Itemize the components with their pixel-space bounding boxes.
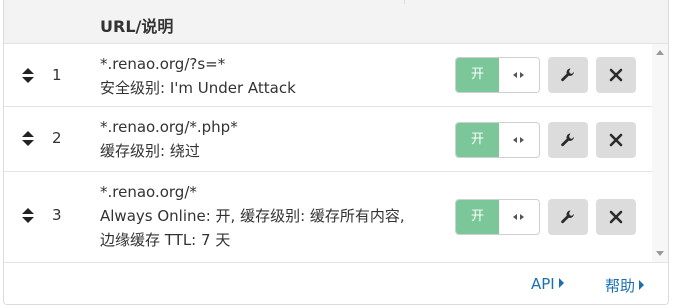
edit-rule-button[interactable] (548, 199, 588, 235)
code-icon (499, 200, 539, 234)
rule-url: *.renao.org/*.php* (100, 118, 238, 136)
api-link-label: API (531, 275, 555, 293)
rule-url: *.renao.org/* (100, 183, 197, 201)
rule-list: 1 *.renao.org/?s=* 安全级别: I'm Under Attac… (4, 44, 652, 262)
toggle-on-label: 开 (456, 123, 499, 157)
wrench-icon (561, 68, 574, 82)
delete-rule-button[interactable] (596, 199, 636, 235)
delete-rule-button[interactable] (596, 57, 636, 93)
rule-setting: 缓存级别: 绕过 (100, 142, 200, 160)
rule-index: 1 (52, 66, 62, 84)
caret-right-icon (639, 280, 645, 290)
sort-icon[interactable] (22, 68, 34, 84)
help-link[interactable]: 帮助 (605, 275, 645, 296)
help-link-label: 帮助 (605, 277, 636, 295)
scroll-thumb[interactable] (656, 62, 664, 242)
table-row: 3 *.renao.org/* Always Online: 开, 缓存级别: … (4, 172, 652, 262)
code-icon (499, 58, 539, 92)
page-rules-panel: URL/说明 1 *.renao.org/?s=* 安全级别: I'm Unde… (3, 0, 669, 305)
wrench-icon (561, 210, 574, 224)
delete-rule-button[interactable] (596, 122, 636, 158)
rule-description: *.renao.org/?s=* 安全级别: I'm Under Attack (100, 52, 296, 100)
rule-setting: Always Online: 开, 缓存级别: 缓存所有内容, (100, 207, 405, 225)
rule-toggle[interactable]: 开 (455, 122, 540, 158)
caret-right-icon (558, 278, 564, 288)
table-row: 1 *.renao.org/?s=* 安全级别: I'm Under Attac… (4, 44, 652, 107)
panel-footer: API 帮助 (4, 262, 668, 304)
header-divider (404, 0, 405, 4)
edit-rule-button[interactable] (548, 57, 588, 93)
scroll-up-icon[interactable] (656, 50, 664, 55)
rule-index: 3 (52, 206, 62, 224)
rule-description: *.renao.org/*.php* 缓存级别: 绕过 (100, 115, 238, 163)
edit-rule-button[interactable] (548, 122, 588, 158)
scroll-down-icon[interactable] (656, 251, 664, 256)
toggle-on-label: 开 (456, 200, 499, 234)
rule-toggle[interactable]: 开 (455, 199, 540, 235)
table-row: *.renao.org/*.php* 缓存级别: 绕过 2 开 (4, 107, 652, 172)
rule-description: *.renao.org/* Always Online: 开, 缓存级别: 缓存… (100, 180, 405, 252)
table-header: URL/说明 (4, 0, 668, 44)
close-icon (609, 210, 623, 224)
column-header-url: URL/说明 (100, 17, 174, 36)
code-icon (499, 123, 539, 157)
rule-setting: 边缘缓存 TTL: 7 天 (100, 231, 231, 249)
sort-icon[interactable] (22, 208, 34, 224)
close-icon (609, 133, 623, 147)
rule-setting: 安全级别: I'm Under Attack (100, 79, 296, 97)
api-link[interactable]: API (531, 275, 564, 293)
sort-icon[interactable] (22, 131, 34, 147)
close-icon (609, 68, 623, 82)
wrench-icon (561, 133, 574, 147)
rule-index: 2 (52, 129, 62, 147)
rule-list-scrollbar[interactable] (652, 44, 668, 262)
rule-toggle[interactable]: 开 (455, 57, 540, 93)
rule-url: *.renao.org/?s=* (100, 55, 226, 73)
toggle-on-label: 开 (456, 58, 499, 92)
